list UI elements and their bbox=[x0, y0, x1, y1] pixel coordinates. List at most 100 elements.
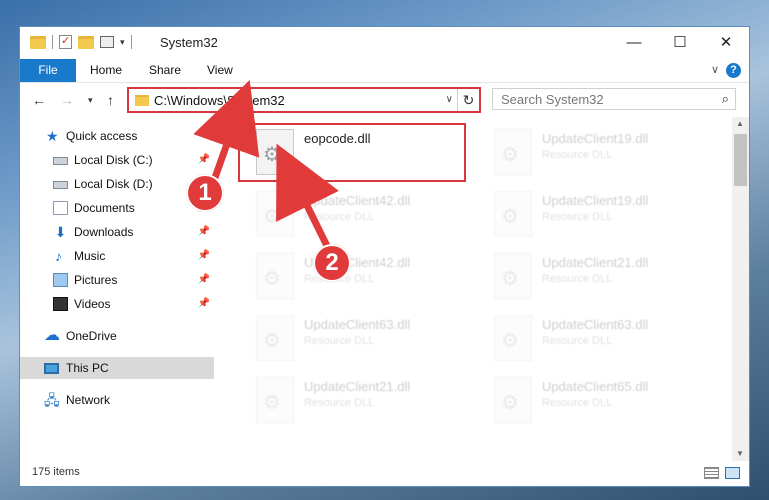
pin-icon[interactable]: 📌 bbox=[198, 269, 210, 291]
expand-ribbon-icon[interactable]: ∨ bbox=[711, 63, 719, 76]
dll-file-icon bbox=[494, 253, 532, 299]
new-folder-icon[interactable] bbox=[78, 35, 94, 49]
address-dropdown-icon[interactable]: ∨ bbox=[446, 94, 453, 105]
vertical-scrollbar[interactable]: ▲ ▼ bbox=[732, 117, 749, 462]
computer-icon bbox=[44, 363, 59, 374]
refresh-button[interactable]: ↻ bbox=[457, 89, 479, 111]
recent-locations-button[interactable]: ▾ bbox=[88, 95, 93, 106]
sidebar-item-videos[interactable]: Videos 📌 bbox=[20, 293, 214, 315]
sidebar-item-label: Local Disk (C:) bbox=[74, 153, 153, 167]
file-item[interactable]: UpdateClient21.dll Resource DLL bbox=[484, 247, 714, 305]
file-explorer-window: ▾ System32 — ☐ ✕ File Home Share View ∨ … bbox=[19, 26, 750, 487]
pin-icon[interactable]: 📌 bbox=[198, 149, 210, 171]
sidebar-item-network[interactable]: 🖧 Network bbox=[20, 389, 214, 411]
sidebar-item-downloads[interactable]: ⬇ Downloads 📌 bbox=[20, 221, 214, 243]
music-icon: ♪ bbox=[55, 248, 62, 264]
file-name: UpdateClient21.dll bbox=[542, 255, 649, 270]
address-bar[interactable]: C:\Windows\System32 ∨ ↻ bbox=[127, 87, 481, 113]
navigation-bar: ← → ▾ ↑ C:\Windows\System32 ∨ ↻ Search S… bbox=[20, 83, 749, 117]
highlight-frame bbox=[238, 123, 466, 182]
sidebar-item-this-pc[interactable]: This PC bbox=[20, 357, 214, 379]
download-icon: ⬇ bbox=[54, 224, 67, 240]
properties-check-icon[interactable] bbox=[59, 34, 72, 49]
sidebar-item-label: Documents bbox=[74, 201, 135, 215]
file-type: Resource DLL bbox=[304, 211, 375, 223]
details-view-icon[interactable] bbox=[704, 467, 719, 479]
toolbar-divider bbox=[52, 35, 53, 49]
sidebar-item-label: Pictures bbox=[74, 273, 118, 287]
address-path[interactable]: C:\Windows\System32 bbox=[154, 93, 285, 108]
file-name: UpdateClient63.dll bbox=[304, 317, 411, 332]
sidebar-item-documents[interactable]: Documents 📌 bbox=[20, 197, 214, 219]
file-item[interactable]: UpdateClient19.dll Resource DLL bbox=[484, 185, 714, 243]
tab-view[interactable]: View bbox=[207, 59, 233, 82]
tab-home[interactable]: Home bbox=[90, 59, 122, 82]
search-icon[interactable]: ⌕ bbox=[722, 91, 729, 107]
file-type: Resource DLL bbox=[542, 397, 613, 409]
sidebar-item-label: Videos bbox=[74, 297, 111, 311]
drive-icon bbox=[53, 181, 68, 189]
dll-file-icon bbox=[494, 191, 532, 237]
title-bar: ▾ System32 — ☐ ✕ bbox=[20, 27, 749, 59]
large-icons-view-icon[interactable] bbox=[725, 467, 740, 479]
sidebar-item-local-disk-d[interactable]: Local Disk (D:) bbox=[20, 173, 214, 195]
file-item[interactable]: UpdateClient42.dll Resource DLL bbox=[246, 247, 476, 305]
step-1-marker: 1 bbox=[186, 174, 224, 212]
search-input[interactable]: Search System32 ⌕ bbox=[492, 88, 736, 110]
search-placeholder: Search System32 bbox=[501, 92, 604, 107]
cloud-icon: ☁ bbox=[44, 327, 60, 344]
forward-button[interactable]: → bbox=[60, 92, 74, 108]
minimize-button[interactable]: — bbox=[611, 27, 657, 59]
file-item[interactable]: UpdateClient65.dll Resource DLL bbox=[484, 371, 714, 429]
file-item[interactable]: UpdateClient19.dll Resource DLL bbox=[484, 123, 714, 181]
scroll-up-icon[interactable]: ▲ bbox=[736, 119, 744, 128]
file-type: Resource DLL bbox=[542, 211, 613, 223]
file-type: Resource DLL bbox=[542, 335, 613, 347]
item-count: 175 items bbox=[32, 466, 80, 478]
videos-icon bbox=[53, 297, 68, 311]
pin-icon[interactable]: 📌 bbox=[198, 293, 210, 315]
file-item[interactable]: UpdateClient63.dll Resource DLL bbox=[484, 309, 714, 367]
sidebar-item-music[interactable]: ♪ Music 📌 bbox=[20, 245, 214, 267]
file-type: Resource DLL bbox=[304, 397, 375, 409]
file-name: UpdateClient19.dll bbox=[542, 193, 649, 208]
sidebar-item-label: Quick access bbox=[66, 129, 138, 143]
toolbar-divider bbox=[130, 35, 132, 49]
file-item[interactable]: UpdateClient42.dll Resource DLL bbox=[246, 185, 476, 243]
close-button[interactable]: ✕ bbox=[703, 27, 749, 59]
pictures-icon bbox=[53, 273, 68, 287]
dll-file-icon bbox=[256, 253, 294, 299]
dll-file-icon bbox=[494, 129, 532, 175]
sidebar-item-local-disk-c[interactable]: Local Disk (C:) 📌 bbox=[20, 149, 214, 171]
tab-file[interactable]: File bbox=[20, 59, 76, 82]
maximize-button[interactable]: ☐ bbox=[657, 27, 703, 59]
network-icon: 🖧 bbox=[44, 392, 60, 408]
file-item[interactable]: UpdateClient63.dll Resource DLL bbox=[246, 309, 476, 367]
drive-icon bbox=[53, 157, 68, 165]
sidebar-item-label: Network bbox=[66, 393, 111, 407]
dll-file-icon bbox=[494, 315, 532, 361]
sidebar-item-quick-access[interactable]: ★ Quick access bbox=[20, 125, 214, 147]
sidebar-item-onedrive[interactable]: ☁ OneDrive bbox=[20, 325, 214, 347]
back-button[interactable]: ← bbox=[32, 92, 46, 108]
star-icon: ★ bbox=[46, 128, 59, 144]
window-title: System32 bbox=[160, 35, 218, 50]
folder-icon bbox=[30, 35, 46, 49]
up-button[interactable]: ↑ bbox=[107, 92, 114, 108]
scroll-thumb[interactable] bbox=[734, 134, 747, 186]
sidebar-item-label: Local Disk (D:) bbox=[74, 177, 153, 191]
sidebar-item-pictures[interactable]: Pictures 📌 bbox=[20, 269, 214, 291]
customize-dropdown-icon[interactable]: ▾ bbox=[120, 37, 125, 48]
pin-icon[interactable]: 📌 bbox=[198, 221, 210, 243]
customize-icon[interactable] bbox=[100, 36, 114, 48]
file-name: UpdateClient42.dll bbox=[304, 193, 411, 208]
scroll-down-icon[interactable]: ▼ bbox=[736, 449, 744, 458]
file-item[interactable]: UpdateClient21.dll Resource DLL bbox=[246, 371, 476, 429]
sidebar-item-label: Downloads bbox=[74, 225, 134, 239]
folder-icon bbox=[135, 95, 149, 106]
quick-access-toolbar: ▾ bbox=[30, 34, 132, 49]
tab-share[interactable]: Share bbox=[149, 59, 181, 82]
navigation-pane: ★ Quick access Local Disk (C:) 📌 Local D… bbox=[20, 117, 214, 462]
help-icon[interactable]: ? bbox=[726, 63, 741, 78]
pin-icon[interactable]: 📌 bbox=[198, 245, 210, 267]
